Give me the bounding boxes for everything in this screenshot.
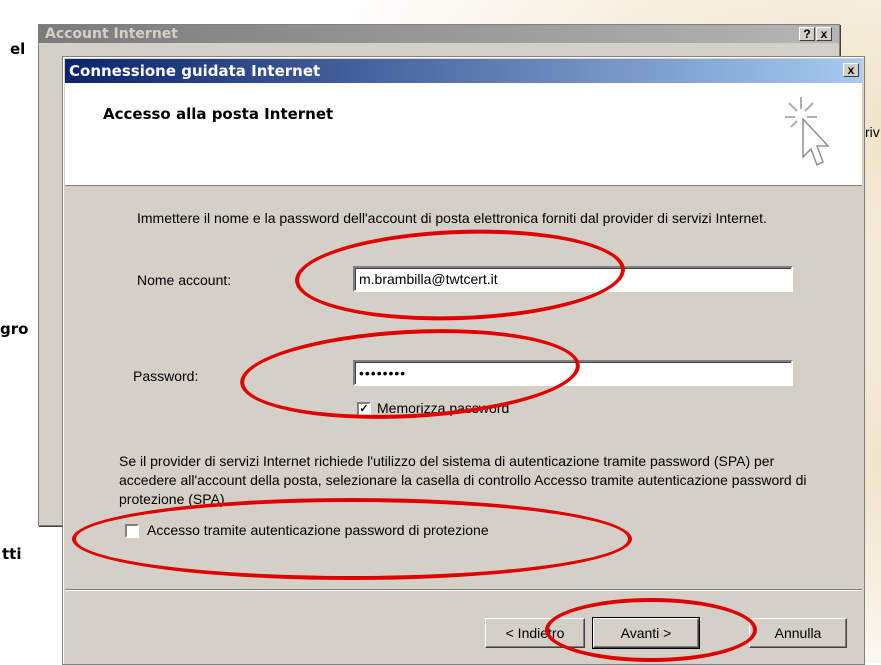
account-name-label: Nome account: (137, 272, 232, 288)
dialog-title: Connessione guidata Internet (65, 59, 862, 83)
cancel-button[interactable]: Annulla (749, 618, 847, 648)
background-text-fragment: tti (2, 545, 22, 563)
wizard-header: Accesso alla posta Internet (65, 83, 862, 186)
footer-separator (65, 589, 862, 591)
annotation-ellipse-next (545, 598, 757, 662)
annotation-ellipse-spa (72, 498, 632, 580)
background-text-fragment: gro (0, 320, 29, 338)
intro-text: Immettere il nome e la password dell'acc… (137, 210, 767, 226)
cursor-sparkle-icon (785, 97, 830, 167)
background-text-fragment: el (10, 40, 26, 58)
window-title: Account Internet (39, 25, 839, 43)
dialog-close-button[interactable]: x (843, 63, 859, 77)
password-label: Password: (133, 368, 199, 384)
background-text-fragment: riv (865, 124, 880, 140)
help-button[interactable]: ? (799, 27, 815, 41)
page-title: Accesso alla posta Internet (103, 105, 334, 123)
close-button[interactable]: x (816, 27, 832, 41)
